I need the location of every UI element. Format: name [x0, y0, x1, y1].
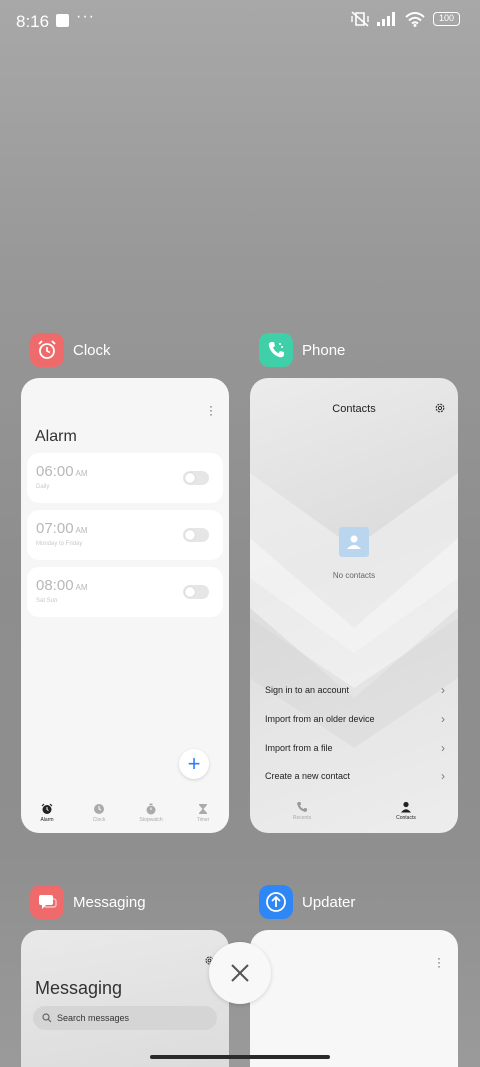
alarm-toggle[interactable]	[183, 471, 209, 485]
more-options-icon[interactable]: · · ·	[206, 400, 216, 420]
alarm-clock-icon	[30, 333, 64, 367]
mute-vibrate-icon	[351, 11, 369, 27]
page-title: Alarm	[35, 428, 77, 445]
empty-state-text: No contacts	[332, 571, 376, 580]
app-header-clock[interactable]: Clock	[30, 333, 111, 367]
search-bar[interactable]: Search messages	[33, 1006, 217, 1030]
app-name: Clock	[73, 341, 111, 359]
alarm-time: 06:00	[36, 463, 74, 480]
alarm-item[interactable]: 06:00 AM Daily	[27, 453, 223, 503]
alarm-item[interactable]: 08:00 AM Sat Sun	[27, 567, 223, 617]
menu-import-file[interactable]: Import from a file ›	[265, 741, 445, 763]
nav-label: Timer	[196, 817, 210, 823]
nav-item-timer[interactable]: Timer	[179, 800, 227, 833]
menu-label: Create a new contact	[265, 771, 351, 781]
nav-item-stopwatch[interactable]: Stopwatch	[127, 800, 175, 833]
clock-icon	[94, 804, 104, 814]
alarm-icon	[41, 803, 53, 814]
nav-label: Alarm	[40, 817, 54, 823]
clear-all-button[interactable]	[209, 942, 271, 1004]
alarm-time: 08:00	[36, 577, 74, 594]
app-header-phone[interactable]: Phone	[259, 333, 345, 367]
app-name: Updater	[302, 893, 356, 911]
nav-label: Stopwatch	[139, 817, 163, 823]
search-placeholder: Search messages	[57, 1013, 130, 1023]
recent-app-card-clock[interactable]: · · · Alarm 06:00 AM Daily 07:00 AM Monday t…	[21, 378, 229, 833]
menu-label: Import from an older device	[265, 714, 375, 724]
status-time: 8:16	[16, 12, 50, 31]
status-bar: 8:16 ··· 100	[0, 0, 480, 44]
recent-app-card-updater[interactable]: · · ·	[250, 930, 458, 1067]
arrow-up-icon	[259, 885, 293, 919]
app-name: Messaging	[73, 893, 146, 911]
nav-item-contacts[interactable]: Contacts	[382, 798, 430, 833]
phone-handset-icon	[297, 802, 307, 812]
page-title: Messaging	[35, 978, 123, 998]
alarm-repeat: Monday to Friday	[36, 541, 83, 547]
nav-label: Contacts	[396, 815, 416, 821]
recent-app-card-phone[interactable]: Contacts No contacts Sign in to an accou…	[250, 378, 458, 833]
phone-icon	[259, 333, 293, 367]
app-header-updater[interactable]: Updater	[259, 885, 355, 919]
settings-gear-icon[interactable]	[434, 402, 446, 414]
nav-label: Recents	[292, 815, 312, 821]
nav-label: Clock	[92, 817, 106, 823]
alarm-ampm: AM	[75, 526, 88, 535]
chevron-right-icon: ›	[441, 683, 445, 697]
recent-app-card-messaging[interactable]: Messaging Search messages	[21, 930, 229, 1067]
menu-label: Import from a file	[265, 743, 333, 753]
search-icon	[42, 1013, 52, 1023]
more-options-icon[interactable]: · · ·	[434, 952, 444, 972]
alarm-ampm: AM	[75, 583, 88, 592]
alarm-repeat: Daily	[36, 484, 50, 490]
alarm-repeat: Sat Sun	[36, 598, 58, 604]
chevron-right-icon: ›	[441, 769, 445, 783]
bottom-nav: Alarm Clock Stopwatch Timer	[21, 800, 229, 833]
stopwatch-icon	[146, 803, 156, 815]
alarm-toggle[interactable]	[183, 528, 209, 542]
signal-icon	[377, 12, 395, 26]
bottom-nav: Recents Contacts	[250, 798, 458, 833]
nav-item-alarm[interactable]: Alarm	[23, 800, 71, 833]
chat-bubble-icon	[30, 885, 64, 919]
app-name: Phone	[302, 341, 346, 359]
menu-create-contact[interactable]: Create a new contact ›	[265, 769, 445, 791]
battery-icon: 100	[433, 12, 460, 26]
menu-label: Sign in to an account	[265, 685, 350, 695]
menu-import-older-device[interactable]: Import from an older device ›	[265, 712, 445, 734]
contact-placeholder-icon	[339, 527, 369, 557]
page-title: Contacts	[332, 403, 376, 415]
app-header-messaging[interactable]: Messaging	[30, 885, 146, 919]
more-notifications-icon: ···	[76, 8, 95, 25]
nav-item-clock[interactable]: Clock	[75, 800, 123, 833]
alarm-toggle[interactable]	[183, 585, 209, 599]
chevron-right-icon: ›	[441, 741, 445, 755]
home-indicator[interactable]	[150, 1055, 330, 1059]
menu-sign-in[interactable]: Sign in to an account ›	[265, 683, 445, 705]
alarm-time: 07:00	[36, 520, 74, 537]
wifi-icon	[405, 11, 425, 27]
alarm-ampm: AM	[75, 469, 88, 478]
hourglass-icon	[199, 804, 207, 814]
background-pattern	[250, 473, 458, 748]
chevron-right-icon: ›	[441, 712, 445, 726]
add-alarm-button[interactable]: +	[179, 749, 209, 779]
person-icon	[401, 801, 411, 813]
alarm-item[interactable]: 07:00 AM Monday to Friday	[27, 510, 223, 560]
notification-icon	[56, 14, 69, 27]
close-icon	[231, 964, 249, 982]
nav-item-recents[interactable]: Recents	[278, 798, 326, 833]
